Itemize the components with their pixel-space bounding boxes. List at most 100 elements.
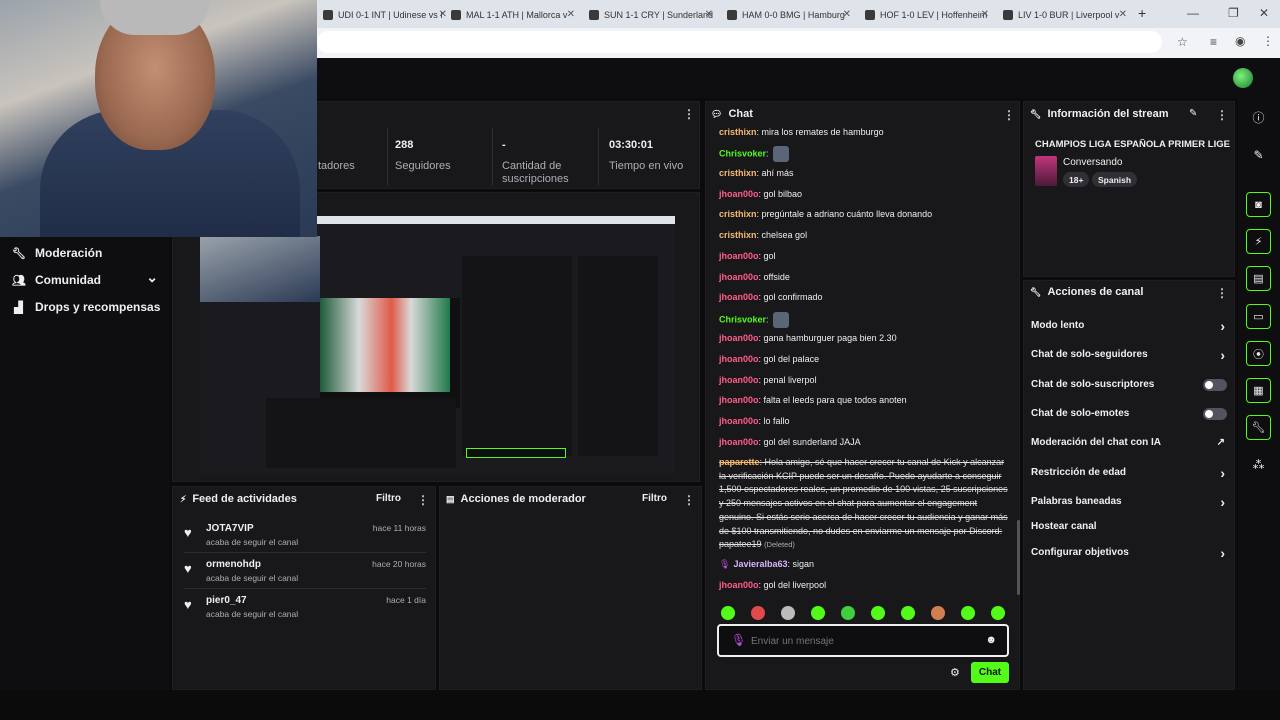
chat-username[interactable]: jhoan00o xyxy=(719,416,759,426)
browser-tab[interactable]: UDI 0-1 INT | Udinese vs I ✕ xyxy=(317,4,449,26)
tab-close-icon[interactable]: ✕ xyxy=(981,9,989,20)
user-avatar[interactable] xyxy=(1233,68,1253,88)
browser-tab[interactable]: SUN 1-1 CRY | Sunderland ✕ xyxy=(583,4,715,26)
chat-message[interactable]: cristhixn: ahí más xyxy=(719,167,1009,181)
stream-preview-video[interactable] xyxy=(200,216,675,473)
chat-message[interactable]: cristhixn: chelsea gol xyxy=(719,229,1009,243)
tab-close-icon[interactable]: ✕ xyxy=(567,9,575,20)
chat-username[interactable]: cristhixn xyxy=(719,127,757,137)
chat-menu-icon[interactable]: ⋮ xyxy=(1003,108,1015,122)
chat-username[interactable]: paparette xyxy=(719,457,760,467)
chat-username[interactable]: jhoan00o xyxy=(719,333,759,343)
channel-actions-menu-icon[interactable]: ⋮ xyxy=(1216,286,1228,300)
chat-send-button[interactable]: Chat xyxy=(971,662,1009,683)
chat-username[interactable]: cristhixn xyxy=(719,230,757,240)
activity-menu-icon[interactable]: ⋮ xyxy=(417,493,429,507)
chat-message[interactable]: jhoan00o: gol del liverpool xyxy=(719,579,1009,593)
chat-settings-gear-icon[interactable]: ⚙︎ xyxy=(950,666,960,679)
quick-emote-icon[interactable] xyxy=(871,606,885,620)
quick-emote-icon[interactable] xyxy=(781,606,795,620)
feed-item[interactable]: ♥ pier0_47 acaba de seguir el canal hace 1 … xyxy=(184,595,426,629)
channel-action-item[interactable]: Chat de solo-suscriptores xyxy=(1031,379,1227,395)
channel-action-item[interactable]: Restricción de edad › xyxy=(1031,465,1227,483)
chat-input[interactable] xyxy=(751,632,971,650)
stream-category[interactable]: Conversando xyxy=(1063,157,1122,168)
chat-message[interactable]: jhoan00o: gana hamburguer paga bien 2.30 xyxy=(719,332,1009,346)
channel-action-item[interactable]: Chat de solo-emotes xyxy=(1031,408,1227,424)
chat-username[interactable]: jhoan00o xyxy=(719,375,759,385)
stats-menu-icon[interactable]: ⋮ xyxy=(683,107,695,121)
chat-username[interactable]: cristhixn xyxy=(719,168,757,178)
mod-filter-button[interactable]: Filtro xyxy=(642,493,667,504)
browser-tab[interactable]: HOF 1-0 LEV | Hoffenheim ✕ xyxy=(859,4,991,26)
chat-username[interactable]: jhoan00o xyxy=(719,395,759,405)
chat-username[interactable]: Chrisvoker xyxy=(719,148,766,158)
close-window-icon[interactable]: ✕ xyxy=(1259,6,1269,20)
chat-message[interactable]: Chrisvoker: xyxy=(719,146,1009,162)
tab-close-icon[interactable]: ✕ xyxy=(705,9,713,20)
quick-emote-icon[interactable] xyxy=(721,606,735,620)
chat-message[interactable]: 🎙︎ Javieralba63: sigan xyxy=(719,558,1009,572)
chat-username[interactable]: jhoan00o xyxy=(719,354,759,364)
channel-action-item[interactable]: Chat de solo-seguidores › xyxy=(1031,347,1227,365)
add-widget-icon[interactable]: ⁂ xyxy=(1246,452,1271,477)
quick-emote-icon[interactable] xyxy=(841,606,855,620)
mod-menu-icon[interactable]: ⋮ xyxy=(683,493,695,507)
profile-icon[interactable]: ◉ xyxy=(1235,34,1245,48)
wrench-icon[interactable]: 🔧︎ xyxy=(1246,415,1271,440)
chat-message[interactable]: jhoan00o: gol del palace xyxy=(719,353,1009,367)
url-field[interactable] xyxy=(317,31,1162,53)
channel-action-item[interactable]: Moderación del chat con IA ↗ xyxy=(1031,437,1227,453)
channel-action-item[interactable]: Configurar objetivos › xyxy=(1031,545,1227,563)
nav-community[interactable]: 👥︎ Comunidad ⌄ xyxy=(12,269,158,287)
chat-message[interactable]: jhoan00o: penal liverpol xyxy=(719,374,1009,388)
chat-scrollbar[interactable] xyxy=(1017,520,1020,595)
chat-input-box[interactable]: 🎙︎ ☻ xyxy=(717,624,1009,657)
nav-drops[interactable]: ▟ Drops y recompensas xyxy=(12,300,160,314)
chat-message[interactable]: jhoan00o: lo fallo xyxy=(719,415,1009,429)
camera-icon[interactable]: ◙ xyxy=(1246,192,1271,217)
new-tab-button[interactable]: + xyxy=(1138,5,1146,21)
microphone-icon[interactable]: 🎙︎ xyxy=(731,633,746,647)
info-icon[interactable]: ⓘ xyxy=(1246,105,1271,130)
document-icon[interactable]: ▤ xyxy=(1246,266,1271,291)
toggle-switch[interactable] xyxy=(1203,379,1227,391)
chat-username[interactable]: jhoan00o xyxy=(719,292,759,302)
layout-icon[interactable]: ▦ xyxy=(1246,378,1271,403)
chat-username[interactable]: cristhixn xyxy=(719,209,757,219)
quick-emote-icon[interactable] xyxy=(811,606,825,620)
quick-emote-icon[interactable] xyxy=(991,606,1005,620)
chat-message[interactable]: cristhixn: mira los remates de hamburgo xyxy=(719,126,1009,140)
chat-username[interactable]: jhoan00o xyxy=(719,189,759,199)
browser-tab[interactable]: MAL 1-1 ATH | Mallorca v ✕ xyxy=(445,4,577,26)
bolt-icon[interactable]: ⚡︎ xyxy=(1246,229,1271,254)
chat-username[interactable]: Javieralba63 xyxy=(733,559,787,569)
activity-filter-button[interactable]: Filtro xyxy=(376,493,401,504)
chat-message[interactable]: jhoan00o: falta el leeds para que todos … xyxy=(719,394,1009,408)
broadcast-icon[interactable]: ⦿ xyxy=(1246,341,1271,366)
chat-message[interactable]: jhoan00o: offside xyxy=(719,271,1009,285)
chat-username[interactable]: jhoan00o xyxy=(719,272,759,282)
quick-emote-icon[interactable] xyxy=(751,606,765,620)
emoji-picker-icon[interactable]: ☻ xyxy=(985,634,997,646)
channel-action-item[interactable]: Hostear canal xyxy=(1031,521,1227,537)
edit-pencil-icon[interactable]: ✎ xyxy=(1189,108,1197,119)
chat-message[interactable]: cristhixn: pregúntale a adriano cuánto l… xyxy=(719,208,1009,222)
tab-close-icon[interactable]: ✕ xyxy=(1119,9,1127,20)
chat-message[interactable]: jhoan00o: gol confirmado xyxy=(719,291,1009,305)
toggle-switch[interactable] xyxy=(1203,408,1227,420)
channel-action-item[interactable]: Modo lento › xyxy=(1031,318,1227,336)
browser-tab[interactable]: LIV 1-0 BUR | Liverpool v ✕ xyxy=(997,4,1129,26)
channel-action-item[interactable]: Palabras baneadas › xyxy=(1031,494,1227,512)
media-icon[interactable]: ≡ xyxy=(1210,35,1217,49)
tab-close-icon[interactable]: ✕ xyxy=(843,9,851,20)
restore-icon[interactable]: ❐ xyxy=(1228,6,1239,20)
pencil-icon[interactable]: ✎ xyxy=(1246,142,1271,167)
chat-message[interactable]: Chrisvoker: xyxy=(719,312,1009,328)
chat-message-deleted[interactable]: paparette: Hola amigo, sé que hacer crec… xyxy=(719,456,1009,552)
chat-message[interactable]: jhoan00o: gol bilbao xyxy=(719,188,1009,202)
chat-username[interactable]: jhoan00o xyxy=(719,580,759,590)
browser-tab[interactable]: HAM 0-0 BMG | Hamburg ✕ xyxy=(721,4,853,26)
chat-message[interactable]: jhoan00o: gol xyxy=(719,250,1009,264)
chat-username[interactable]: jhoan00o xyxy=(719,437,759,447)
